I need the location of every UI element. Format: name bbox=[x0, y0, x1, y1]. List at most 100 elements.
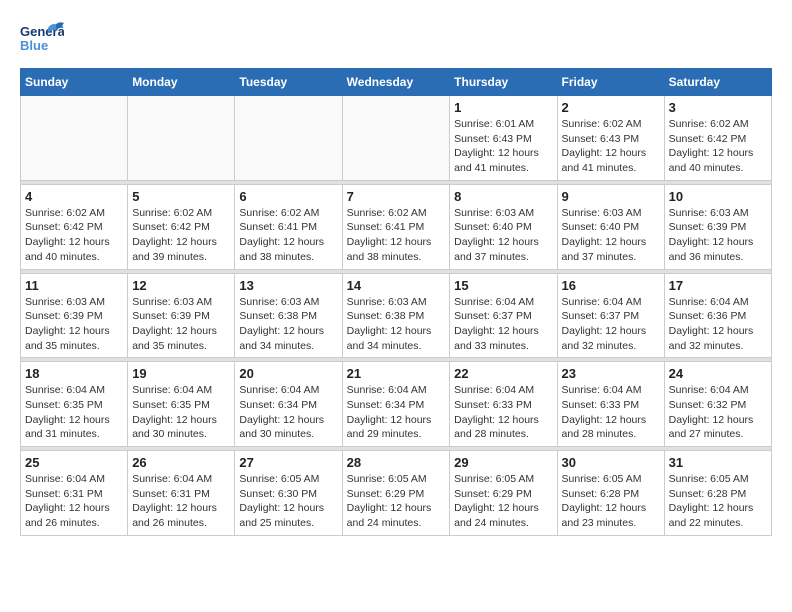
calendar-day-cell: 3 Sunrise: 6:02 AM Sunset: 6:42 PM Daylig… bbox=[664, 96, 771, 181]
calendar-day-cell: 8 Sunrise: 6:03 AM Sunset: 6:40 PM Daylig… bbox=[450, 184, 557, 269]
day-number: 25 bbox=[25, 455, 123, 470]
day-number: 6 bbox=[239, 189, 337, 204]
calendar-day-cell: 28 Sunrise: 6:05 AM Sunset: 6:29 PM Dayli… bbox=[342, 451, 450, 536]
weekday-header: Wednesday bbox=[342, 69, 450, 96]
day-number: 31 bbox=[669, 455, 767, 470]
day-number: 26 bbox=[132, 455, 230, 470]
calendar-week-row: 25 Sunrise: 6:04 AM Sunset: 6:31 PM Dayli… bbox=[21, 451, 772, 536]
calendar-day-cell: 24 Sunrise: 6:04 AM Sunset: 6:32 PM Dayli… bbox=[664, 362, 771, 447]
day-info: Sunrise: 6:03 AM Sunset: 6:38 PM Dayligh… bbox=[239, 295, 337, 354]
day-info: Sunrise: 6:03 AM Sunset: 6:39 PM Dayligh… bbox=[25, 295, 123, 354]
logo: General Blue bbox=[20, 20, 64, 58]
day-number: 13 bbox=[239, 278, 337, 293]
day-info: Sunrise: 6:04 AM Sunset: 6:35 PM Dayligh… bbox=[132, 383, 230, 442]
calendar-day-cell: 12 Sunrise: 6:03 AM Sunset: 6:39 PM Dayli… bbox=[128, 273, 235, 358]
day-number: 8 bbox=[454, 189, 552, 204]
day-number: 16 bbox=[562, 278, 660, 293]
day-number: 23 bbox=[562, 366, 660, 381]
calendar-day-cell: 1 Sunrise: 6:01 AM Sunset: 6:43 PM Daylig… bbox=[450, 96, 557, 181]
calendar-day-cell: 30 Sunrise: 6:05 AM Sunset: 6:28 PM Dayli… bbox=[557, 451, 664, 536]
day-info: Sunrise: 6:04 AM Sunset: 6:31 PM Dayligh… bbox=[132, 472, 230, 531]
day-number: 10 bbox=[669, 189, 767, 204]
day-info: Sunrise: 6:02 AM Sunset: 6:41 PM Dayligh… bbox=[239, 206, 337, 265]
calendar-day-cell bbox=[235, 96, 342, 181]
day-number: 12 bbox=[132, 278, 230, 293]
calendar-table: SundayMondayTuesdayWednesdayThursdayFrid… bbox=[20, 68, 772, 536]
calendar-day-cell: 5 Sunrise: 6:02 AM Sunset: 6:42 PM Daylig… bbox=[128, 184, 235, 269]
day-info: Sunrise: 6:05 AM Sunset: 6:29 PM Dayligh… bbox=[454, 472, 552, 531]
calendar-week-row: 11 Sunrise: 6:03 AM Sunset: 6:39 PM Dayli… bbox=[21, 273, 772, 358]
day-number: 5 bbox=[132, 189, 230, 204]
day-number: 7 bbox=[347, 189, 446, 204]
day-info: Sunrise: 6:03 AM Sunset: 6:39 PM Dayligh… bbox=[132, 295, 230, 354]
calendar-day-cell: 22 Sunrise: 6:04 AM Sunset: 6:33 PM Dayli… bbox=[450, 362, 557, 447]
day-info: Sunrise: 6:02 AM Sunset: 6:41 PM Dayligh… bbox=[347, 206, 446, 265]
weekday-header: Monday bbox=[128, 69, 235, 96]
weekday-header: Saturday bbox=[664, 69, 771, 96]
day-number: 9 bbox=[562, 189, 660, 204]
calendar-day-cell: 6 Sunrise: 6:02 AM Sunset: 6:41 PM Daylig… bbox=[235, 184, 342, 269]
day-number: 30 bbox=[562, 455, 660, 470]
day-info: Sunrise: 6:03 AM Sunset: 6:40 PM Dayligh… bbox=[562, 206, 660, 265]
day-number: 2 bbox=[562, 100, 660, 115]
day-number: 1 bbox=[454, 100, 552, 115]
page-header: General Blue bbox=[20, 20, 772, 58]
day-info: Sunrise: 6:02 AM Sunset: 6:42 PM Dayligh… bbox=[132, 206, 230, 265]
day-info: Sunrise: 6:04 AM Sunset: 6:37 PM Dayligh… bbox=[562, 295, 660, 354]
day-info: Sunrise: 6:02 AM Sunset: 6:42 PM Dayligh… bbox=[25, 206, 123, 265]
calendar-day-cell: 11 Sunrise: 6:03 AM Sunset: 6:39 PM Dayli… bbox=[21, 273, 128, 358]
calendar-day-cell: 9 Sunrise: 6:03 AM Sunset: 6:40 PM Daylig… bbox=[557, 184, 664, 269]
day-info: Sunrise: 6:03 AM Sunset: 6:39 PM Dayligh… bbox=[669, 206, 767, 265]
calendar-day-cell: 26 Sunrise: 6:04 AM Sunset: 6:31 PM Dayli… bbox=[128, 451, 235, 536]
calendar-day-cell: 20 Sunrise: 6:04 AM Sunset: 6:34 PM Dayli… bbox=[235, 362, 342, 447]
calendar-day-cell: 4Sunrise: 6:02 AM Sunset: 6:42 PM Daylig… bbox=[21, 184, 128, 269]
day-info: Sunrise: 6:05 AM Sunset: 6:28 PM Dayligh… bbox=[562, 472, 660, 531]
day-number: 15 bbox=[454, 278, 552, 293]
day-info: Sunrise: 6:05 AM Sunset: 6:30 PM Dayligh… bbox=[239, 472, 337, 531]
day-info: Sunrise: 6:04 AM Sunset: 6:31 PM Dayligh… bbox=[25, 472, 123, 531]
day-number: 28 bbox=[347, 455, 446, 470]
day-info: Sunrise: 6:04 AM Sunset: 6:35 PM Dayligh… bbox=[25, 383, 123, 442]
weekday-header: Friday bbox=[557, 69, 664, 96]
calendar-day-cell: 16 Sunrise: 6:04 AM Sunset: 6:37 PM Dayli… bbox=[557, 273, 664, 358]
day-info: Sunrise: 6:05 AM Sunset: 6:28 PM Dayligh… bbox=[669, 472, 767, 531]
day-info: Sunrise: 6:04 AM Sunset: 6:34 PM Dayligh… bbox=[347, 383, 446, 442]
calendar-week-row: 4Sunrise: 6:02 AM Sunset: 6:42 PM Daylig… bbox=[21, 184, 772, 269]
calendar-day-cell: 29Sunrise: 6:05 AM Sunset: 6:29 PM Dayli… bbox=[450, 451, 557, 536]
calendar-day-cell: 2 Sunrise: 6:02 AM Sunset: 6:43 PM Daylig… bbox=[557, 96, 664, 181]
day-info: Sunrise: 6:04 AM Sunset: 6:32 PM Dayligh… bbox=[669, 383, 767, 442]
day-info: Sunrise: 6:04 AM Sunset: 6:36 PM Dayligh… bbox=[669, 295, 767, 354]
day-info: Sunrise: 6:02 AM Sunset: 6:43 PM Dayligh… bbox=[562, 117, 660, 176]
day-number: 21 bbox=[347, 366, 446, 381]
weekday-header: Thursday bbox=[450, 69, 557, 96]
day-number: 27 bbox=[239, 455, 337, 470]
weekday-header: Tuesday bbox=[235, 69, 342, 96]
day-info: Sunrise: 6:03 AM Sunset: 6:40 PM Dayligh… bbox=[454, 206, 552, 265]
weekday-header-row: SundayMondayTuesdayWednesdayThursdayFrid… bbox=[21, 69, 772, 96]
calendar-day-cell: 13 Sunrise: 6:03 AM Sunset: 6:38 PM Dayli… bbox=[235, 273, 342, 358]
day-number: 20 bbox=[239, 366, 337, 381]
day-info: Sunrise: 6:05 AM Sunset: 6:29 PM Dayligh… bbox=[347, 472, 446, 531]
calendar-day-cell: 14Sunrise: 6:03 AM Sunset: 6:38 PM Dayli… bbox=[342, 273, 450, 358]
calendar-day-cell bbox=[342, 96, 450, 181]
calendar-day-cell: 31 Sunrise: 6:05 AM Sunset: 6:28 PM Dayli… bbox=[664, 451, 771, 536]
day-number: 17 bbox=[669, 278, 767, 293]
day-number: 11 bbox=[25, 278, 123, 293]
day-info: Sunrise: 6:04 AM Sunset: 6:34 PM Dayligh… bbox=[239, 383, 337, 442]
calendar-week-row: 1 Sunrise: 6:01 AM Sunset: 6:43 PM Daylig… bbox=[21, 96, 772, 181]
day-info: Sunrise: 6:04 AM Sunset: 6:33 PM Dayligh… bbox=[454, 383, 552, 442]
day-number: 22 bbox=[454, 366, 552, 381]
day-number: 18 bbox=[25, 366, 123, 381]
calendar-day-cell: 10 Sunrise: 6:03 AM Sunset: 6:39 PM Dayli… bbox=[664, 184, 771, 269]
calendar-day-cell: 27 Sunrise: 6:05 AM Sunset: 6:30 PM Dayli… bbox=[235, 451, 342, 536]
day-info: Sunrise: 6:04 AM Sunset: 6:37 PM Dayligh… bbox=[454, 295, 552, 354]
calendar-day-cell: 23Sunrise: 6:04 AM Sunset: 6:33 PM Dayli… bbox=[557, 362, 664, 447]
calendar-week-row: 18 Sunrise: 6:04 AM Sunset: 6:35 PM Dayli… bbox=[21, 362, 772, 447]
calendar-day-cell: 25 Sunrise: 6:04 AM Sunset: 6:31 PM Dayli… bbox=[21, 451, 128, 536]
day-info: Sunrise: 6:01 AM Sunset: 6:43 PM Dayligh… bbox=[454, 117, 552, 176]
calendar-day-cell: 17 Sunrise: 6:04 AM Sunset: 6:36 PM Dayli… bbox=[664, 273, 771, 358]
weekday-header: Sunday bbox=[21, 69, 128, 96]
day-number: 3 bbox=[669, 100, 767, 115]
day-info: Sunrise: 6:02 AM Sunset: 6:42 PM Dayligh… bbox=[669, 117, 767, 176]
day-number: 24 bbox=[669, 366, 767, 381]
